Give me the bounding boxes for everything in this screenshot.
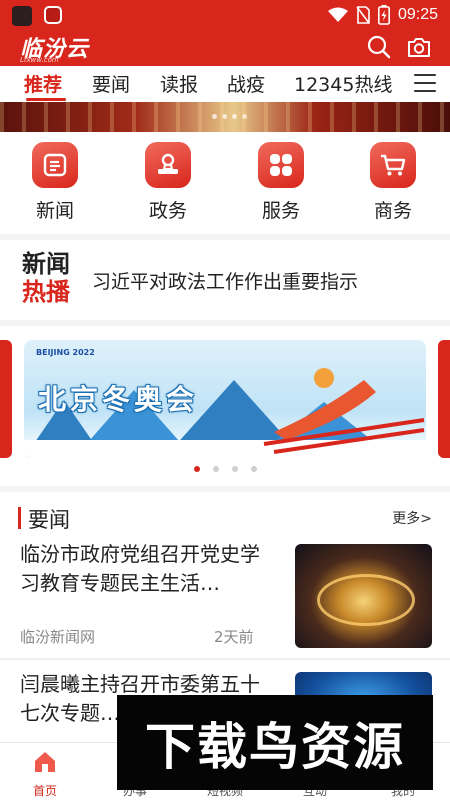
olympics-logo: BEIJING 2022 [36,348,95,357]
battery-icon [377,5,390,25]
channel-tabs: 推荐 要闻 读报 战疫 12345热线 [0,66,450,102]
quick-link-label: 新闻 [35,200,74,222]
tab-news[interactable]: 要闻 [92,70,130,97]
nav-home[interactable]: 首页 [10,749,80,799]
carousel-indicator [194,466,257,472]
news-item[interactable]: 临汾市政府党组召开党史学习教育专题民主生活… 临汾新闻网 2天前 [0,540,450,658]
news-title[interactable]: 临汾市政府党组召开党史学习教育专题民主生活… [20,540,276,598]
carousel-dot[interactable] [232,466,238,472]
carousel-dot[interactable] [194,466,200,472]
top-bar: 09:25 临汾云 Lfxww.com [0,0,450,66]
grid-icon [258,142,304,188]
watermark-overlay: 下载鸟资源 [117,695,433,790]
banner-indicator [212,114,247,119]
watermark-text: 下载鸟资源 [145,717,405,776]
section-accent-bar [18,507,21,529]
banner-carousel: BEIJING 2022 北京冬奥会 [0,326,450,486]
quick-links: 新闻 政务 服务 商务 [0,132,450,234]
hot-news-badge: 新闻 热播 [22,250,78,306]
document-icon [32,142,78,188]
more-link[interactable]: 更多> [392,508,432,528]
app-header: 临汾云 Lfxww.com [0,30,450,66]
no-sim-icon [356,6,370,24]
section-separator [0,486,450,492]
carousel-dot[interactable] [251,466,257,472]
carousel-slide-olympics[interactable]: BEIJING 2022 北京冬奥会 [24,340,426,458]
news-thumbnail[interactable] [295,544,432,648]
hot-news-headline[interactable]: 习近平对政法工作作出重要指示 [92,267,358,294]
tab-newspaper[interactable]: 读报 [160,70,198,97]
wifi-icon [327,7,348,22]
quick-link-government[interactable]: 政务 [133,142,203,223]
tab-epidemic[interactable]: 战疫 [227,70,265,97]
status-time: 09:25 [397,6,438,23]
active-tab-indicator [26,98,66,101]
quick-link-service[interactable]: 服务 [246,142,316,223]
stamp-icon [145,142,191,188]
news-source: 临汾新闻网 [20,628,96,646]
quick-link-label: 政务 [148,200,187,222]
news-section-title: 要闻 [28,508,70,532]
shield-app-icon [44,6,62,24]
menu-icon[interactable] [414,74,436,94]
quick-link-business[interactable]: 商务 [358,142,428,223]
app-logo-subtitle: Lfxww.com [20,56,59,64]
cart-icon [370,142,416,188]
nav-label: 首页 [32,784,57,798]
carousel-next-slide[interactable] [438,340,450,458]
tab-recommend[interactable]: 推荐 [24,70,62,97]
news-divider [0,658,450,660]
quick-link-label: 商务 [373,200,412,222]
search-icon[interactable] [366,34,392,60]
status-bar: 09:25 [0,0,450,30]
carousel-prev-slide[interactable] [0,340,12,458]
news-section-header: 要闻 更多> [0,498,450,538]
hot-badge-line2: 热播 [22,277,70,306]
quick-link-label: 服务 [261,200,300,222]
top-banner-image[interactable] [0,102,450,132]
carousel-dot[interactable] [213,466,219,472]
home-icon [35,752,55,772]
camera-icon[interactable] [406,34,432,60]
news-time: 2天前 [214,628,254,646]
hot-news-ticker[interactable]: 新闻 热播 习近平对政法工作作出重要指示 [0,240,450,320]
slide-title: 北京冬奥会 [38,383,199,416]
hot-badge-line1: 新闻 [22,249,70,278]
quick-link-news[interactable]: 新闻 [20,142,90,223]
notification-app-icon [12,6,32,26]
tab-hotline[interactable]: 12345热线 [294,70,392,97]
